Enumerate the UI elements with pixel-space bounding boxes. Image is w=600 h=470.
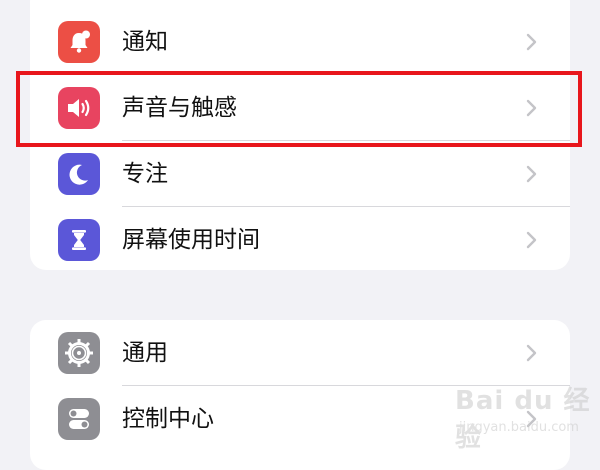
settings-row-general[interactable]: 通用 (30, 320, 570, 386)
settings-row-label: 专注 (122, 161, 168, 187)
chevron-right-icon (526, 344, 537, 362)
moon-icon (58, 153, 100, 195)
toggles-icon (58, 398, 100, 440)
gear-icon (58, 332, 100, 374)
chevron-right-icon (526, 165, 537, 183)
settings-row-label: 通知 (122, 29, 168, 55)
highlight-box (16, 71, 582, 147)
bell-badge-icon (58, 21, 100, 63)
chevron-right-icon (526, 33, 537, 51)
settings-row-screen-time[interactable]: 屏幕使用时间 (30, 207, 570, 270)
settings-row-focus[interactable]: 专注 (30, 141, 570, 207)
baidu-jingyan-watermark: Bai du 经验 jingyan.baidu.com (455, 380, 595, 453)
hourglass-icon (58, 219, 100, 261)
watermark-url: jingyan.baidu.com (459, 420, 579, 435)
settings-row-label: 通用 (122, 340, 168, 366)
watermark-brand: Bai du 经验 (455, 386, 591, 453)
settings-row-notifications[interactable]: 通知 (30, 9, 570, 75)
chevron-right-icon (526, 231, 537, 249)
settings-row-label: 屏幕使用时间 (122, 227, 260, 253)
settings-row-label: 控制中心 (122, 406, 214, 432)
